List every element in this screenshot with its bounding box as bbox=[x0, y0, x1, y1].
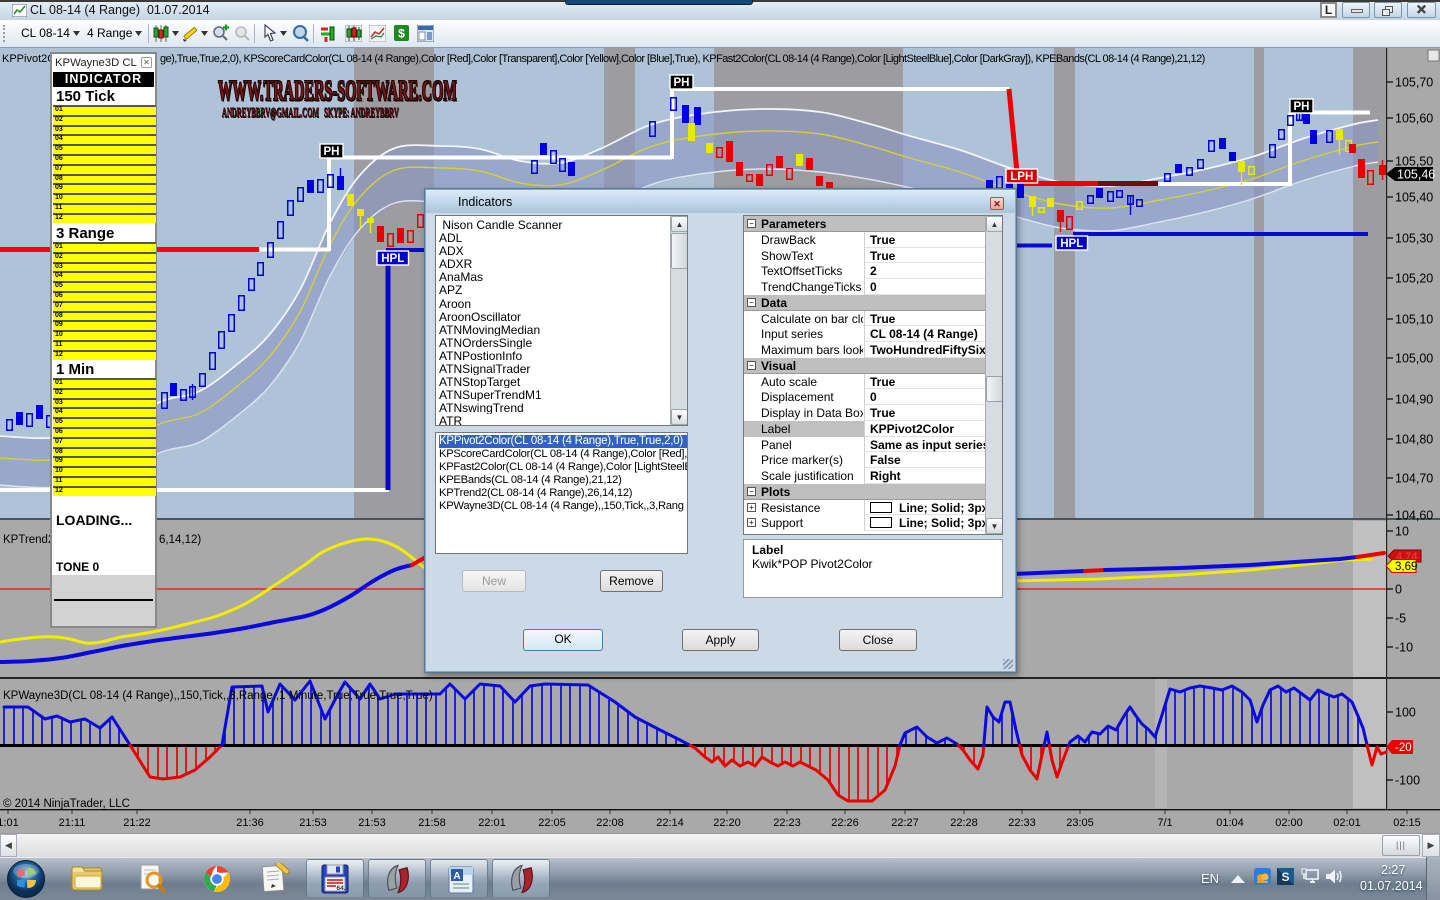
svg-text:104,90: 104,90 bbox=[1395, 393, 1433, 407]
svg-text:10: 10 bbox=[1395, 525, 1409, 539]
svg-text:105,20: 105,20 bbox=[1395, 272, 1433, 286]
svg-text:21:53: 21:53 bbox=[358, 817, 386, 829]
svg-text:105,50: 105,50 bbox=[1395, 155, 1433, 169]
svg-text:22:01: 22:01 bbox=[478, 817, 506, 829]
svg-text:7/1: 7/1 bbox=[1157, 817, 1172, 829]
svg-text:23:05: 23:05 bbox=[1066, 817, 1094, 829]
svg-text:21:11: 21:11 bbox=[59, 817, 86, 829]
svg-text:LPH: LPH bbox=[1010, 171, 1033, 183]
svg-text:22:27: 22:27 bbox=[891, 817, 919, 829]
svg-text:PH: PH bbox=[1294, 101, 1310, 113]
svg-text:21:58: 21:58 bbox=[418, 817, 446, 829]
svg-text:$: $ bbox=[398, 27, 405, 41]
svg-text:105,40: 105,40 bbox=[1395, 191, 1433, 205]
svg-text:22:23: 22:23 bbox=[773, 817, 801, 829]
svg-text:22:20: 22:20 bbox=[713, 817, 741, 829]
svg-text:22:14: 22:14 bbox=[656, 817, 684, 829]
svg-text:02:00: 02:00 bbox=[1275, 817, 1303, 829]
svg-text:KPWayne3D(CL 08-14 (4 Range),,: KPWayne3D(CL 08-14 (4 Range),,150,Tick,,… bbox=[3, 690, 433, 702]
svg-text:22:08: 22:08 bbox=[596, 817, 624, 829]
svg-text:22:28: 22:28 bbox=[950, 817, 978, 829]
svg-text:-20: -20 bbox=[1395, 742, 1412, 754]
svg-text:PH: PH bbox=[324, 146, 340, 158]
svg-text:-5: -5 bbox=[1395, 612, 1406, 626]
svg-text:3,69: 3,69 bbox=[1395, 561, 1417, 573]
svg-text:02:01: 02:01 bbox=[1333, 817, 1361, 829]
svg-text:21:22: 21:22 bbox=[123, 817, 151, 829]
svg-text:-10: -10 bbox=[1395, 641, 1413, 655]
svg-text:105,60: 105,60 bbox=[1395, 112, 1433, 126]
svg-text:S: S bbox=[1281, 870, 1289, 884]
svg-text:1:01: 1:01 bbox=[0, 817, 19, 829]
svg-text:6,14,12): 6,14,12) bbox=[159, 534, 201, 546]
svg-text:HPL: HPL bbox=[1060, 238, 1083, 250]
svg-text:22:05: 22:05 bbox=[538, 817, 566, 829]
svg-text:22:26: 22:26 bbox=[831, 817, 859, 829]
svg-text:104,80: 104,80 bbox=[1395, 433, 1433, 447]
svg-text:21:36: 21:36 bbox=[236, 817, 264, 829]
svg-text:0: 0 bbox=[1395, 583, 1402, 597]
svg-text:100: 100 bbox=[1395, 706, 1416, 720]
svg-text:21:53: 21:53 bbox=[299, 817, 327, 829]
svg-text:HPL: HPL bbox=[381, 253, 404, 265]
svg-text:105,00: 105,00 bbox=[1395, 352, 1433, 366]
svg-text:01:04: 01:04 bbox=[1216, 817, 1244, 829]
svg-text:22:33: 22:33 bbox=[1008, 817, 1036, 829]
svg-text:A: A bbox=[453, 871, 460, 882]
svg-text:02:15: 02:15 bbox=[1393, 817, 1421, 829]
svg-text:105,10: 105,10 bbox=[1395, 313, 1433, 327]
svg-text:105,30: 105,30 bbox=[1395, 232, 1433, 246]
svg-text:104,70: 104,70 bbox=[1395, 472, 1433, 486]
svg-text:104,60: 104,60 bbox=[1395, 509, 1433, 523]
svg-text:64.: 64. bbox=[336, 885, 345, 892]
svg-text:105,46: 105,46 bbox=[1397, 168, 1435, 182]
svg-text:© 2014 NinjaTrader, LLC: © 2014 NinjaTrader, LLC bbox=[3, 798, 130, 810]
svg-text:105,70: 105,70 bbox=[1395, 76, 1433, 90]
svg-text:-100: -100 bbox=[1395, 774, 1420, 788]
